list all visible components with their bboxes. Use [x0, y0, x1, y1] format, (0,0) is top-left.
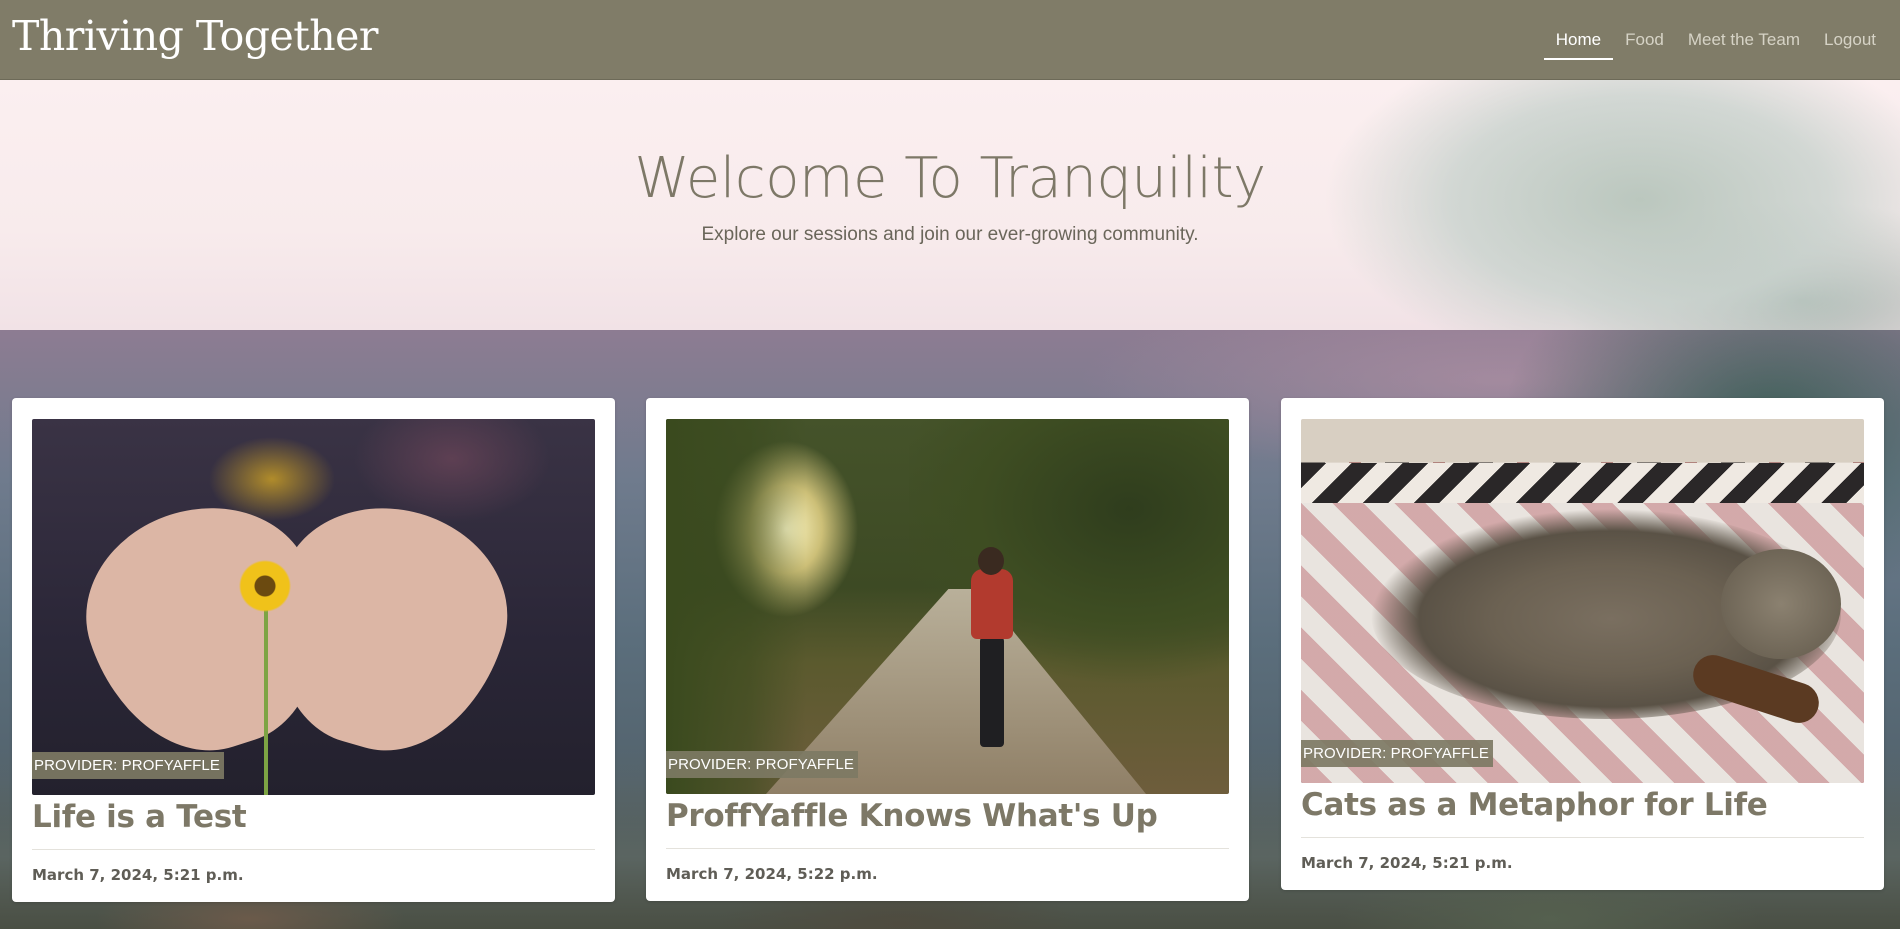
card-title[interactable]: ProffYaffle Knows What's Up	[666, 798, 1229, 834]
runner-legs	[980, 637, 1004, 747]
trees-left	[666, 419, 806, 794]
nav-link-logout[interactable]: Logout	[1812, 20, 1888, 60]
session-card[interactable]: PROVIDER: PROFYAFFLE ProffYaffle Knows W…	[646, 398, 1249, 901]
card-image-forest-path[interactable]: PROVIDER: PROFYAFFLE	[666, 419, 1229, 794]
runner-body	[971, 569, 1013, 639]
rug-band	[1301, 463, 1864, 503]
card-image-hands-flower[interactable]: PROVIDER: PROFYAFFLE	[32, 419, 595, 795]
nav-link-meet-the-team[interactable]: Meet the Team	[1676, 20, 1812, 60]
card-date: March 7, 2024, 5:21 p.m.	[32, 866, 244, 884]
nav-links: Home Food Meet the Team Logout	[1543, 0, 1888, 80]
nav-link-home[interactable]: Home	[1543, 20, 1614, 60]
card-title[interactable]: Cats as a Metaphor for Life	[1301, 787, 1864, 823]
nav-link-food[interactable]: Food	[1613, 20, 1676, 60]
hero-banner: Welcome To Tranquility Explore our sessi…	[0, 80, 1900, 330]
provider-badge: PROVIDER: PROFYAFFLE	[32, 752, 224, 779]
provider-badge: PROVIDER: PROFYAFFLE	[1301, 740, 1493, 767]
hero-subtitle: Explore our sessions and join our ever-g…	[701, 224, 1199, 245]
brand-logo[interactable]: Thriving Together	[12, 12, 379, 60]
hand-right-shape	[243, 481, 531, 777]
flower-icon	[238, 559, 292, 613]
hero-title: Welcome To Tranquility	[634, 146, 1266, 211]
runner-head	[978, 547, 1004, 575]
card-date: March 7, 2024, 5:21 p.m.	[1301, 854, 1513, 872]
card-title[interactable]: Life is a Test	[32, 799, 595, 835]
top-navbar: Thriving Together Home Food Meet the Tea…	[0, 0, 1900, 80]
cat-head	[1721, 549, 1841, 659]
provider-badge: PROVIDER: PROFYAFFLE	[666, 751, 858, 778]
session-card[interactable]: PROVIDER: PROFYAFFLE Cats as a Metaphor …	[1281, 398, 1884, 890]
card-date: March 7, 2024, 5:22 p.m.	[666, 865, 878, 883]
flower-stem	[264, 609, 268, 795]
session-card[interactable]: PROVIDER: PROFYAFFLE Life is a Test Marc…	[12, 398, 615, 902]
card-image-cat-rug[interactable]: PROVIDER: PROFYAFFLE	[1301, 419, 1864, 783]
